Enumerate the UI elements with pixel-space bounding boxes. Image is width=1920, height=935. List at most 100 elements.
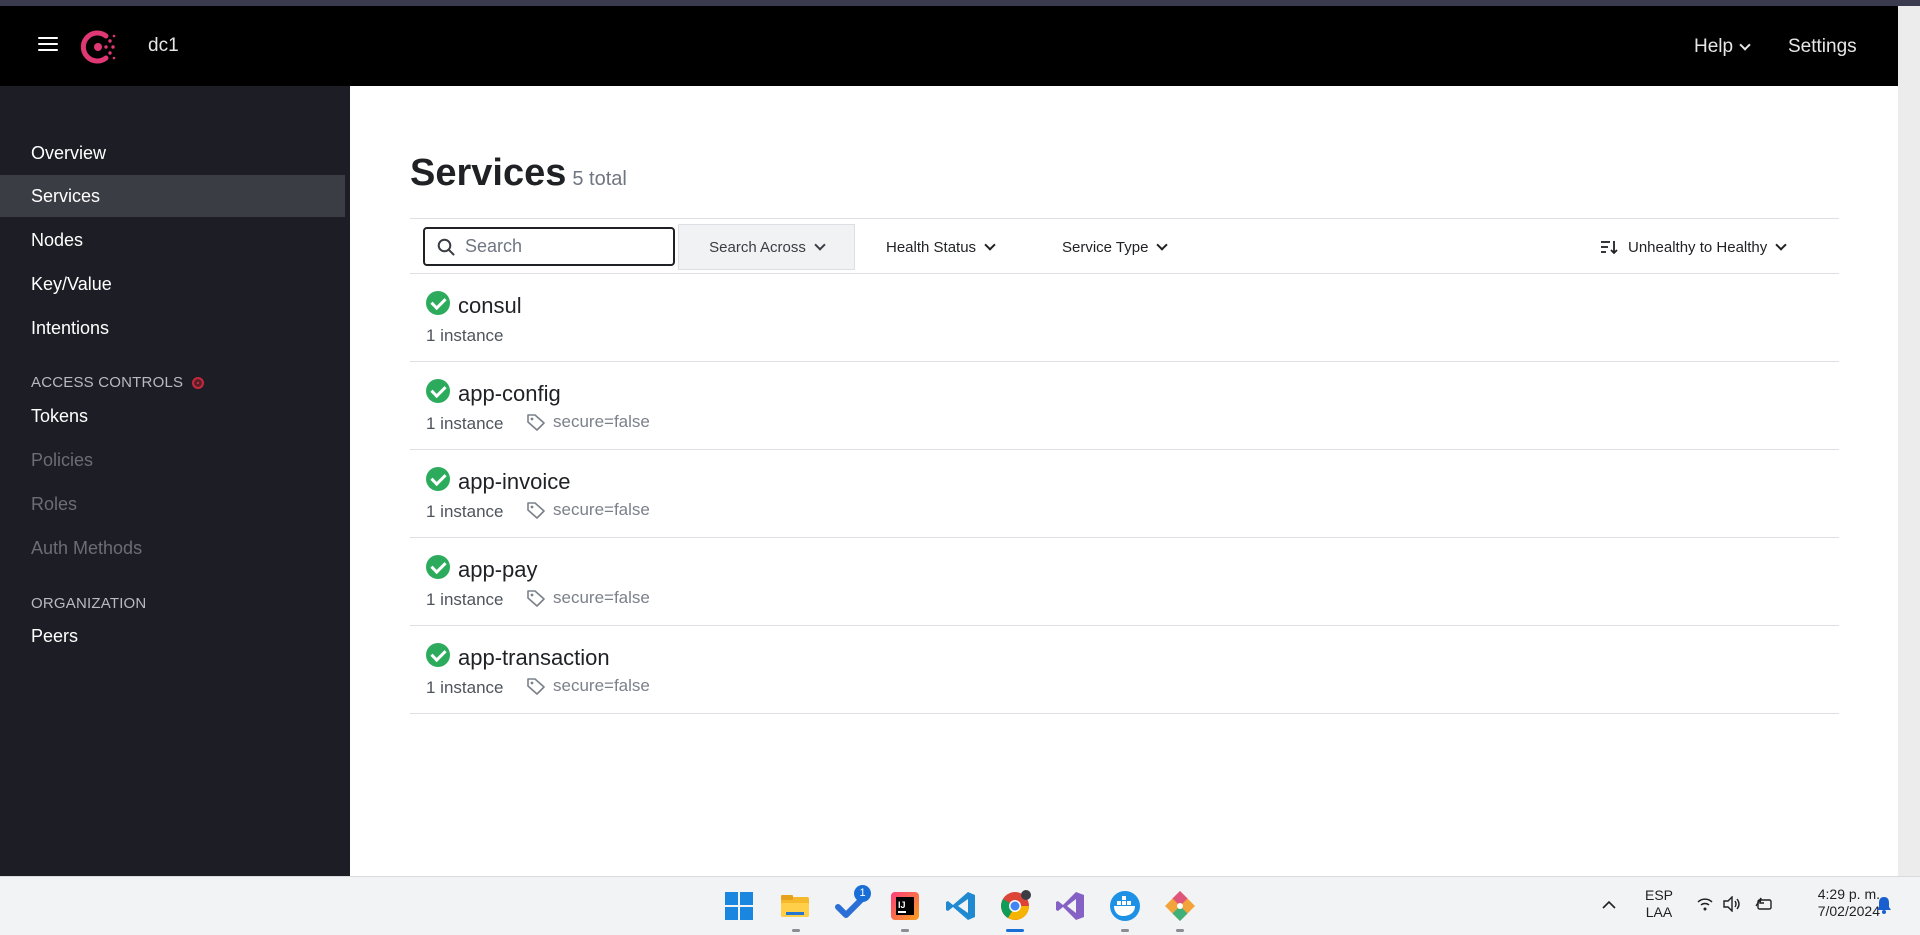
health-passing-icon (426, 643, 450, 667)
scrollbar-track[interactable] (1898, 6, 1920, 876)
keyboard-layout: LAA (1645, 904, 1673, 920)
running-indicator (1176, 929, 1184, 932)
wifi-icon[interactable] (1696, 896, 1714, 912)
list-item[interactable]: app-pay 1 instance secure=false (410, 538, 1839, 626)
chevron-down-icon (984, 239, 996, 251)
running-indicator (901, 929, 909, 932)
service-name-link[interactable]: app-pay (458, 557, 538, 583)
sidebar-item-nodes[interactable]: Nodes (0, 219, 350, 261)
os-taskbar: 1 IJ ESP LAA 4:29 p. m. 7/02/2024 (0, 876, 1920, 935)
service-tag-text: secure=false (553, 500, 650, 519)
sidebar-item-auth-methods: Auth Methods (31, 538, 143, 558)
clock-date: 7/02/2024 (1817, 903, 1880, 919)
chevron-up-icon[interactable] (1601, 899, 1617, 911)
service-name-link[interactable]: consul (458, 293, 522, 319)
datacenter-label[interactable]: dc1 (148, 35, 179, 57)
visual-studio-icon[interactable] (1053, 889, 1087, 923)
running-indicator (1121, 929, 1129, 932)
help-menu[interactable]: Help (1694, 36, 1751, 58)
search-across-label: Search Across (709, 238, 806, 256)
running-indicator (792, 929, 800, 932)
docker-icon[interactable] (1108, 889, 1142, 923)
sort-icon (1601, 241, 1618, 255)
file-explorer-icon[interactable] (778, 889, 812, 923)
chrome-icon[interactable] (998, 889, 1032, 923)
search-input[interactable] (465, 236, 655, 257)
language-code: ESP (1644, 887, 1673, 903)
clock-time: 4:29 p. m. (1817, 886, 1880, 902)
sort-label: Unhealthy to Healthy (1628, 238, 1768, 256)
language-indicator[interactable]: ESP LAA (1640, 887, 1678, 921)
list-item[interactable]: app-transaction 1 instance secure=false (410, 626, 1839, 714)
health-status-dropdown[interactable]: Health Status (886, 224, 996, 270)
menu-icon[interactable] (38, 37, 58, 53)
tag-icon (527, 414, 545, 431)
sidebar-item-peers[interactable]: Peers (0, 615, 350, 657)
access-controls-heading: ACCESS CONTROLS (31, 374, 205, 391)
health-passing-icon (426, 379, 450, 403)
clock[interactable]: 4:29 p. m. 7/02/2024 (1790, 886, 1880, 920)
tag-icon (527, 590, 545, 607)
sidebar-item-roles: Roles (31, 494, 78, 514)
services-total-count: 5 total (572, 168, 627, 190)
service-tag-text: secure=false (553, 676, 650, 695)
sort-dropdown[interactable]: Unhealthy to Healthy (1600, 224, 1787, 270)
page-title-text: Services (410, 152, 567, 194)
service-instance-count: 1 instance (426, 502, 504, 521)
service-tag: secure=false (526, 588, 650, 608)
access-controls-title: ACCESS CONTROLS (31, 374, 184, 391)
git-icon[interactable] (1163, 889, 1197, 923)
chevron-down-icon (1739, 39, 1751, 51)
tag-icon (527, 502, 545, 519)
service-instance-count: 1 instance (426, 414, 504, 433)
services-list: consul 1 instance app-config 1 instance … (410, 274, 1839, 714)
notification-bell-icon[interactable] (1876, 896, 1892, 914)
consul-logo-icon[interactable] (79, 27, 119, 67)
svg-text:IJ: IJ (898, 900, 906, 910)
health-passing-icon (426, 467, 450, 491)
service-tag: secure=false (526, 500, 650, 520)
sidebar-item-key-value[interactable]: Key/Value (0, 263, 350, 305)
sidebar: Overview Services Nodes Key/Value Intent… (0, 86, 350, 876)
service-name-link[interactable]: app-config (458, 381, 561, 407)
organization-title: ORGANIZATION (31, 595, 147, 612)
page-title: Services 5 total (410, 152, 627, 195)
top-header: dc1 Help Settings (0, 6, 1898, 86)
chevron-down-icon (814, 239, 826, 251)
service-type-dropdown[interactable]: Service Type (1062, 224, 1169, 270)
health-passing-icon (426, 291, 450, 315)
volume-icon[interactable] (1722, 896, 1742, 912)
list-item[interactable]: consul 1 instance (410, 274, 1839, 362)
help-label: Help (1694, 36, 1734, 57)
chevron-down-icon (1156, 239, 1169, 251)
service-name-link[interactable]: app-invoice (458, 469, 571, 495)
sidebar-item-policies: Policies (31, 450, 94, 470)
search-box[interactable] (423, 227, 675, 266)
sidebar-item-tokens[interactable]: Tokens (0, 395, 350, 437)
sidebar-item-services[interactable]: Services (0, 175, 345, 217)
battery-charging-icon[interactable] (1754, 896, 1774, 912)
tag-icon (527, 678, 545, 695)
alert-status-icon (192, 376, 205, 389)
service-tag: secure=false (526, 412, 650, 432)
service-instance-count: 1 instance (426, 678, 504, 697)
active-app-indicator (1006, 929, 1024, 932)
list-item[interactable]: app-config 1 instance secure=false (410, 362, 1839, 450)
notification-badge: 1 (854, 885, 871, 902)
filter-toolbar: Search Across Health Status Service Type… (410, 218, 1839, 274)
sidebar-item-overview[interactable]: Overview (0, 132, 350, 174)
service-name-link[interactable]: app-transaction (458, 645, 610, 671)
vscode-icon[interactable] (944, 889, 978, 923)
search-across-dropdown[interactable]: Search Across (678, 224, 855, 270)
service-instance-count: 1 instance (426, 326, 504, 345)
service-tag-text: secure=false (553, 412, 650, 431)
settings-link[interactable]: Settings (1788, 36, 1857, 58)
service-tag: secure=false (526, 676, 650, 696)
organization-heading: ORGANIZATION (31, 595, 146, 612)
health-status-label: Health Status (886, 238, 977, 256)
intellij-icon[interactable]: IJ (888, 889, 922, 923)
list-item[interactable]: app-invoice 1 instance secure=false (410, 450, 1839, 538)
service-instance-count: 1 instance (426, 590, 504, 609)
sidebar-item-intentions[interactable]: Intentions (0, 307, 350, 349)
windows-start-icon[interactable] (722, 889, 756, 923)
